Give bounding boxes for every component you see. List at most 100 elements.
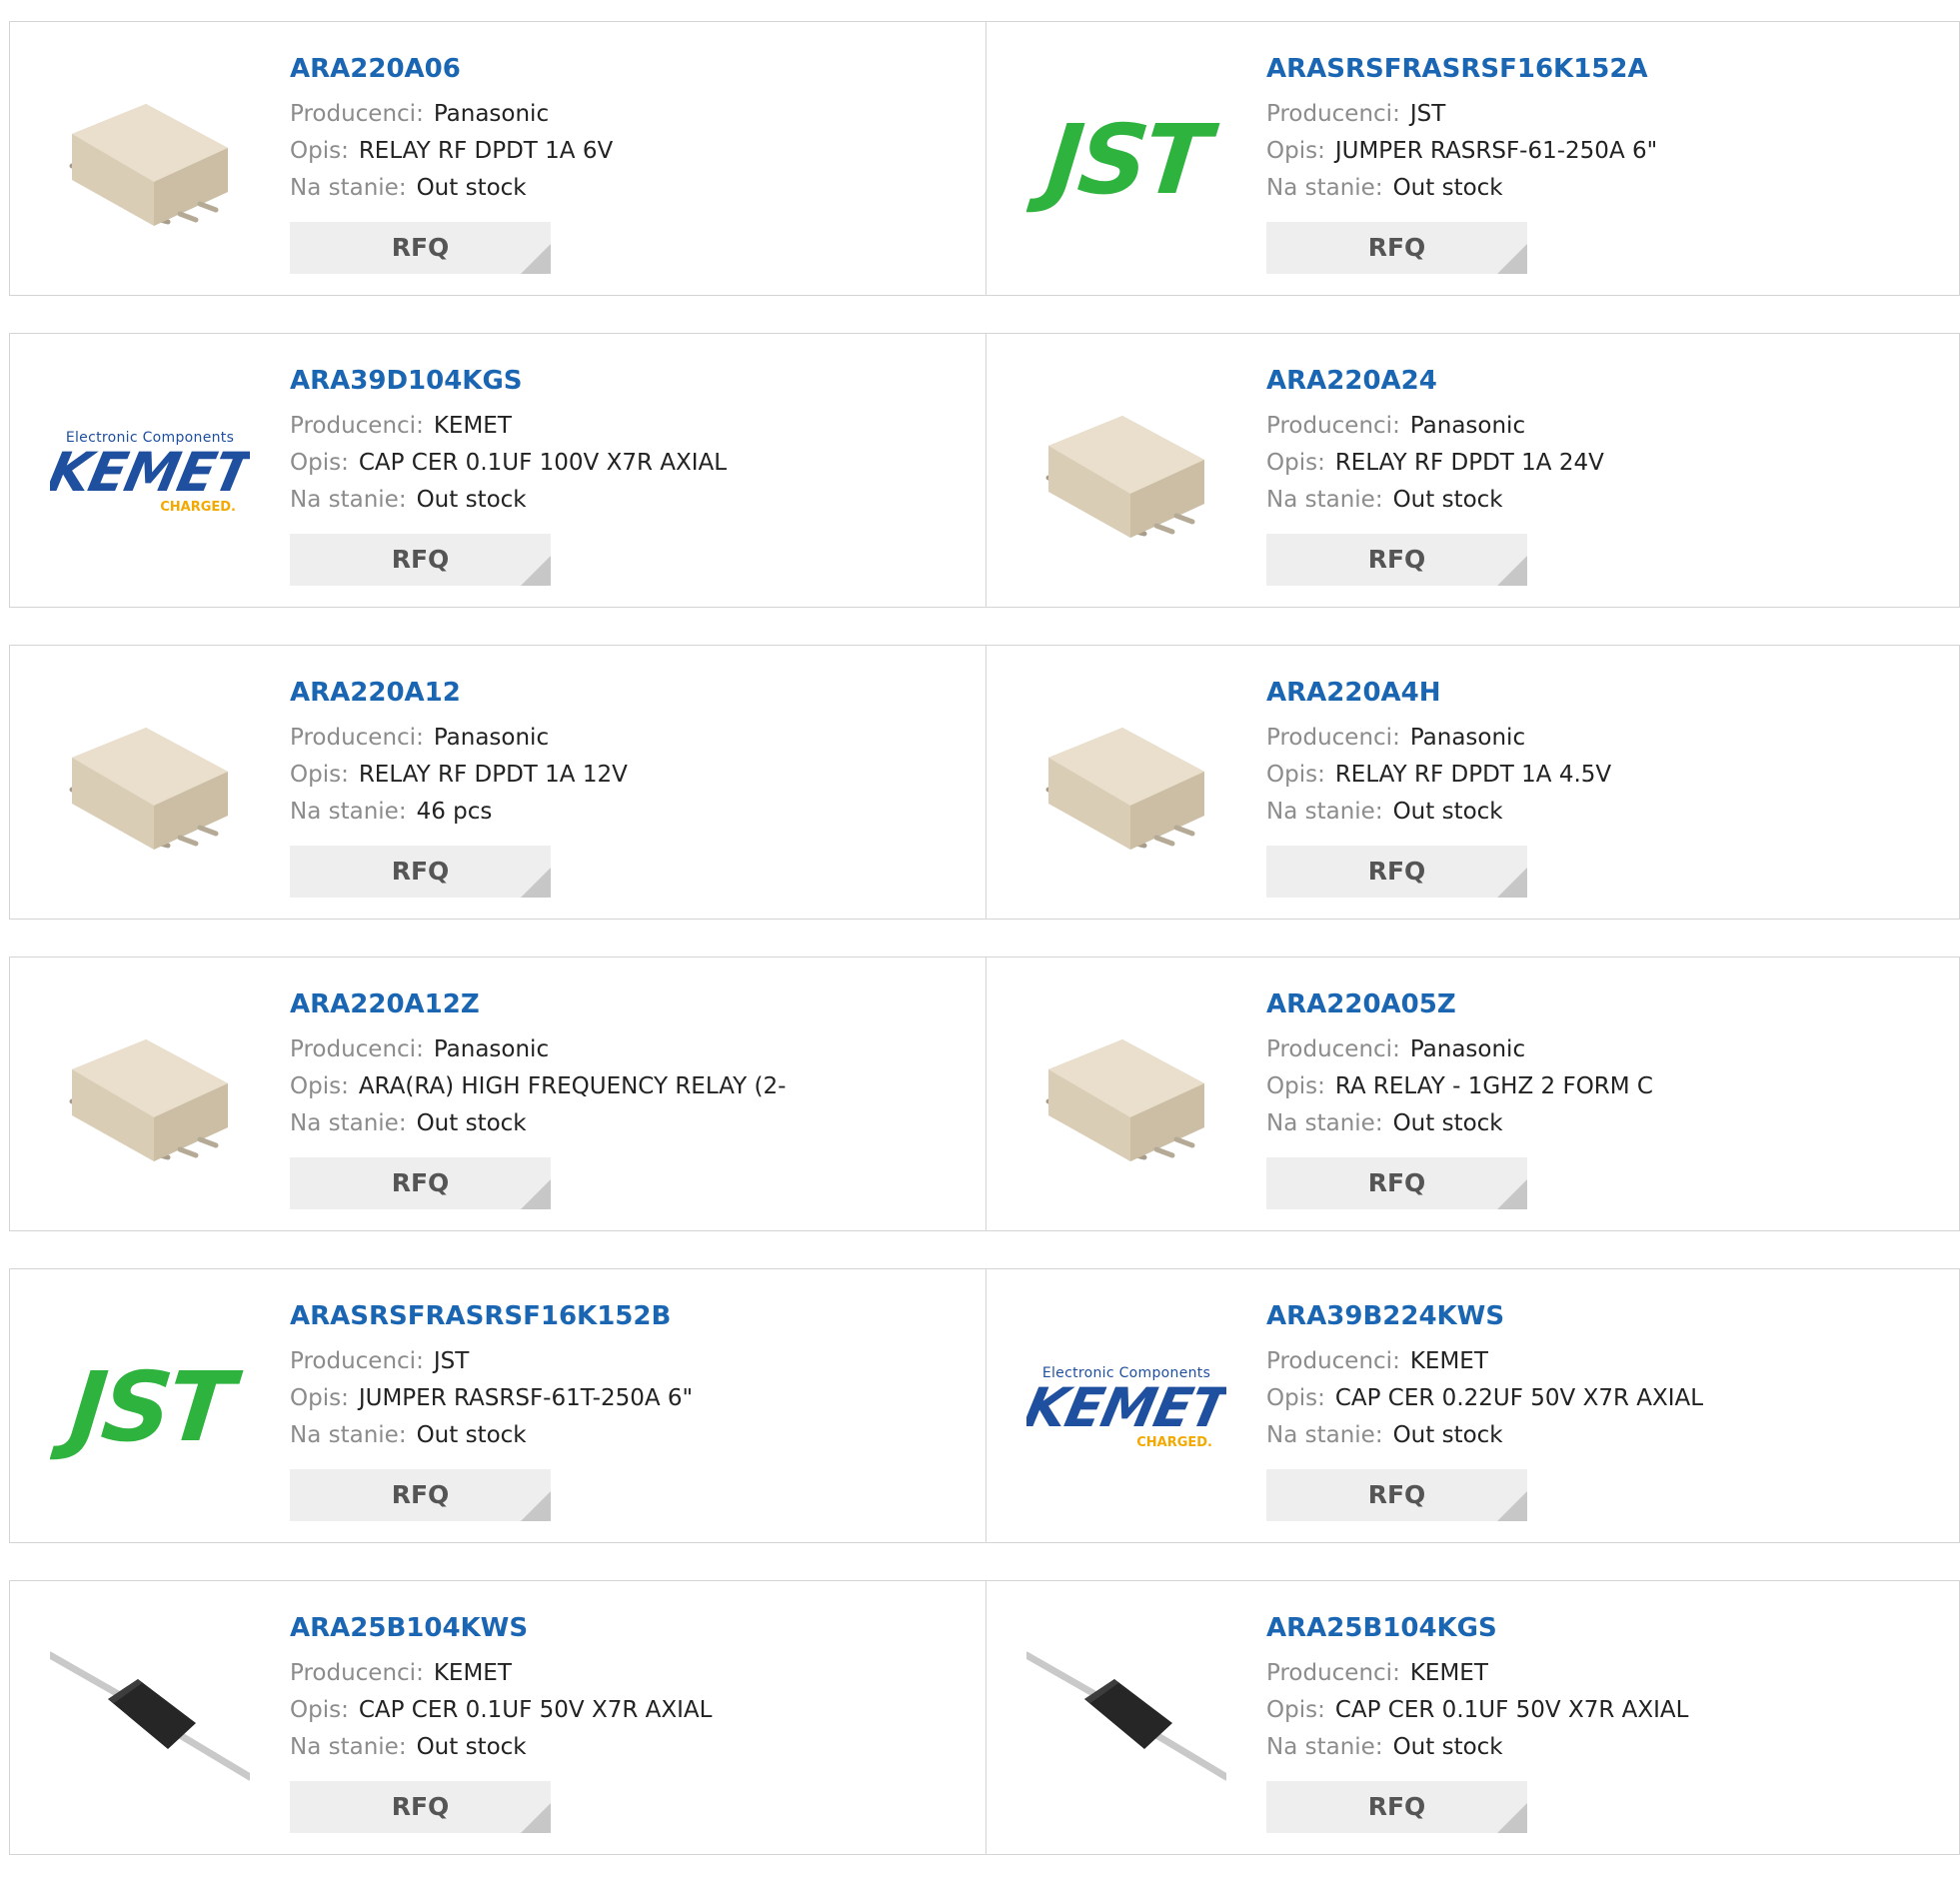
stock-value: Out stock [1392,1734,1503,1760]
rfq-button[interactable]: RFQ [1266,534,1527,586]
stock-value: Out stock [1392,175,1503,201]
product-info: ARA220A12 Producenci: Panasonic Opis: RELA… [290,676,976,831]
product-image[interactable] [1026,372,1226,572]
product-info: ARA25B104KGS Producenci: KEMET Opis: CAP C… [1266,1611,1949,1766]
corner-fold-icon [1497,244,1527,274]
corner-fold-icon [1497,868,1527,898]
stock-value: Out stock [416,1422,527,1448]
jst-logo: JST [64,1351,236,1463]
rfq-button[interactable]: RFQ [1266,222,1527,274]
stock-label: Na stanie: [290,1422,407,1448]
corner-fold-icon [521,1179,551,1209]
product-image[interactable] [50,1619,250,1819]
rfq-button-label: RFQ [391,857,450,886]
product-card: ARA220A12 Producenci: Panasonic Opis: RELA… [9,645,986,920]
product-title-link[interactable]: ARASRSFRASRSF16K152A [1266,52,1949,86]
manufacturer-value: KEMET [1409,1660,1488,1686]
rfq-button[interactable]: RFQ [290,1469,551,1521]
product-row: Electronic Components KEMET CHARGED. ARA… [9,333,1960,608]
relay-icon [50,60,250,260]
product-image[interactable] [50,60,250,260]
corner-fold-icon [1497,1179,1527,1209]
product-title-link[interactable]: ARA220A4H [1266,676,1949,710]
stock-line: Na stanie: Out stock [1266,482,1949,519]
product-info: ARA25B104KWS Producenci: KEMET Opis: CAP C… [290,1611,976,1766]
stock-label: Na stanie: [1266,1734,1383,1760]
relay-icon [1026,372,1226,572]
description-value: CAP CER 0.1UF 100V X7R AXIAL [358,450,728,476]
rfq-button[interactable]: RFQ [290,846,551,898]
corner-fold-icon [1497,1491,1527,1521]
stock-value: Out stock [416,1110,527,1136]
description-label: Opis: [290,138,349,164]
manufacturer-label: Producenci: [290,413,424,439]
product-title-link[interactable]: ARA220A12Z [290,987,976,1021]
product-title-link[interactable]: ARA39D104KGS [290,364,976,398]
product-info: ARA220A05Z Producenci: Panasonic Opis: RA … [1266,987,1949,1142]
kemet-logo: Electronic Components KEMET CHARGED. [50,430,250,515]
product-image[interactable]: Electronic Components KEMET CHARGED. [1026,1307,1226,1507]
stock-label: Na stanie: [1266,1422,1383,1448]
product-card: Electronic Components KEMET CHARGED. ARA… [9,333,986,608]
product-title-link[interactable]: ARA25B104KGS [1266,1611,1949,1645]
product-title-link[interactable]: ARA220A24 [1266,364,1949,398]
rfq-button[interactable]: RFQ [290,534,551,586]
corner-fold-icon [1497,1803,1527,1833]
jst-logo: JST [1040,104,1212,216]
product-card: ARA220A4H Producenci: Panasonic Opis: RELA… [986,645,1960,920]
product-title-link[interactable]: ARA39B224KWS [1266,1299,1949,1333]
relay-icon [1026,684,1226,884]
product-image[interactable] [1026,684,1226,884]
corner-fold-icon [521,244,551,274]
rfq-button[interactable]: RFQ [1266,846,1527,898]
product-image[interactable] [1026,995,1226,1195]
product-image[interactable] [1026,1619,1226,1819]
product-image[interactable] [50,684,250,884]
description-label: Opis: [1266,138,1325,164]
description-value: CAP CER 0.22UF 50V X7R AXIAL [1334,1385,1704,1411]
rfq-button[interactable]: RFQ [1266,1157,1527,1209]
product-row: ARA25B104KWS Producenci: KEMET Opis: CAP C… [9,1580,1960,1855]
manufacturer-value: JST [433,1348,470,1374]
product-image[interactable]: JST [50,1307,250,1507]
manufacturer-value: Panasonic [433,725,550,751]
stock-line: Na stanie: Out stock [290,1729,976,1766]
rfq-button-label: RFQ [1367,1792,1426,1821]
product-image[interactable]: JST [1026,60,1226,260]
rfq-button[interactable]: RFQ [290,1781,551,1833]
rfq-button[interactable]: RFQ [1266,1469,1527,1521]
stock-value: 46 pcs [416,799,493,825]
stock-label: Na stanie: [1266,487,1383,513]
stock-line: Na stanie: Out stock [1266,170,1949,207]
product-info: ARASRSFRASRSF16K152A Producenci: JST Opis… [1266,52,1949,207]
product-title-link[interactable]: ARA25B104KWS [290,1611,976,1645]
stock-line: Na stanie: Out stock [1266,1729,1949,1766]
capacitor-icon [1026,1619,1226,1819]
rfq-button-label: RFQ [391,1168,450,1197]
stock-line: Na stanie: Out stock [290,1105,976,1142]
product-title-link[interactable]: ARASRSFRASRSF16K152B [290,1299,976,1333]
product-title-link[interactable]: ARA220A06 [290,52,976,86]
rfq-button[interactable]: RFQ [1266,1781,1527,1833]
manufacturer-label: Producenci: [1266,101,1400,127]
rfq-button-label: RFQ [1367,1480,1426,1509]
manufacturer-value: Panasonic [433,1036,550,1062]
rfq-button[interactable]: RFQ [290,222,551,274]
product-info: ARASRSFRASRSF16K152B Producenci: JST Opis… [290,1299,976,1454]
product-image[interactable]: Electronic Components KEMET CHARGED. [50,372,250,572]
manufacturer-line: Producenci: Panasonic [1266,1031,1949,1068]
product-title-link[interactable]: ARA220A12 [290,676,976,710]
product-grid: ARA220A06 Producenci: Panasonic Opis: RELA… [9,21,1960,1892]
description-label: Opis: [1266,1385,1325,1411]
product-title-link[interactable]: ARA220A05Z [1266,987,1949,1021]
corner-fold-icon [521,1491,551,1521]
rfq-button[interactable]: RFQ [290,1157,551,1209]
kemet-logo-wordmark: KEMET [50,440,250,504]
relay-icon [50,684,250,884]
description-line: Opis: CAP CER 0.1UF 50V X7R AXIAL [290,1692,976,1729]
corner-fold-icon [521,556,551,586]
relay-icon [1026,995,1226,1195]
stock-value: Out stock [416,487,527,513]
manufacturer-line: Producenci: JST [1266,96,1949,133]
product-image[interactable] [50,995,250,1195]
